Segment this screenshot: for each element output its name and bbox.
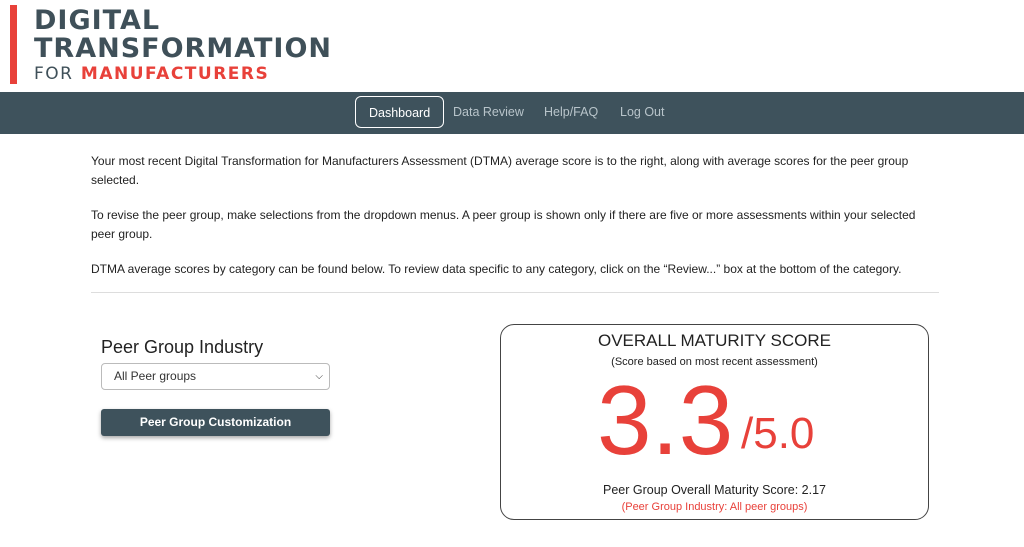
intro-paragraph-3: DTMA average scores by category can be f…: [91, 262, 902, 276]
nav-help-faq[interactable]: Help/FAQ: [544, 96, 598, 128]
intro-paragraph-2: To revise the peer group, make selection…: [91, 208, 916, 241]
nav-log-out[interactable]: Log Out: [620, 96, 664, 128]
score-title: OVERALL MATURITY SCORE: [597, 331, 831, 350]
peer-group-score: Peer Group Overall Maturity Score: 2.17: [602, 483, 826, 497]
peer-group-select[interactable]: All Peer groups ⌵: [101, 363, 330, 390]
main-nav: Dashboard Data Review Help/FAQ Log Out: [0, 92, 1024, 134]
nav-data-review[interactable]: Data Review: [453, 96, 524, 128]
divider: [91, 292, 939, 293]
peer-group-customization-button[interactable]: Peer Group Customization: [101, 409, 330, 436]
logo-for: FOR: [34, 64, 74, 84]
intro-text: Your most recent Digital Transformation …: [91, 152, 941, 295]
logo-accent-bar: [10, 5, 17, 84]
intro-paragraph-1: Your most recent Digital Transformation …: [91, 154, 909, 187]
logo-line-3: FOR MANUFACTURERS: [34, 63, 332, 85]
peer-group-selected-value: All Peer groups: [114, 369, 197, 383]
peer-group-industry-note: (Peer Group Industry: All peer groups): [621, 501, 808, 513]
nav-dashboard[interactable]: Dashboard: [355, 96, 445, 128]
overall-maturity-score-card: OVERALL MATURITY SCORE (Score based on m…: [500, 324, 929, 520]
score-value: 3.3: [597, 365, 734, 475]
logo-manufacturers: MANUFACTURERS: [80, 64, 270, 84]
chevron-down-icon: ⌵: [315, 371, 323, 382]
score-max: /5.0: [741, 409, 815, 458]
logo[interactable]: DIGITAL TRANSFORMATION FOR MANUFACTURERS: [34, 7, 332, 85]
logo-line-2: TRANSFORMATION: [34, 33, 333, 64]
header: DIGITAL TRANSFORMATION FOR MANUFACTURERS: [0, 0, 1024, 92]
logo-line-1: DIGITAL: [34, 5, 161, 36]
peer-group-industry-label: Peer Group Industry: [101, 337, 264, 357]
